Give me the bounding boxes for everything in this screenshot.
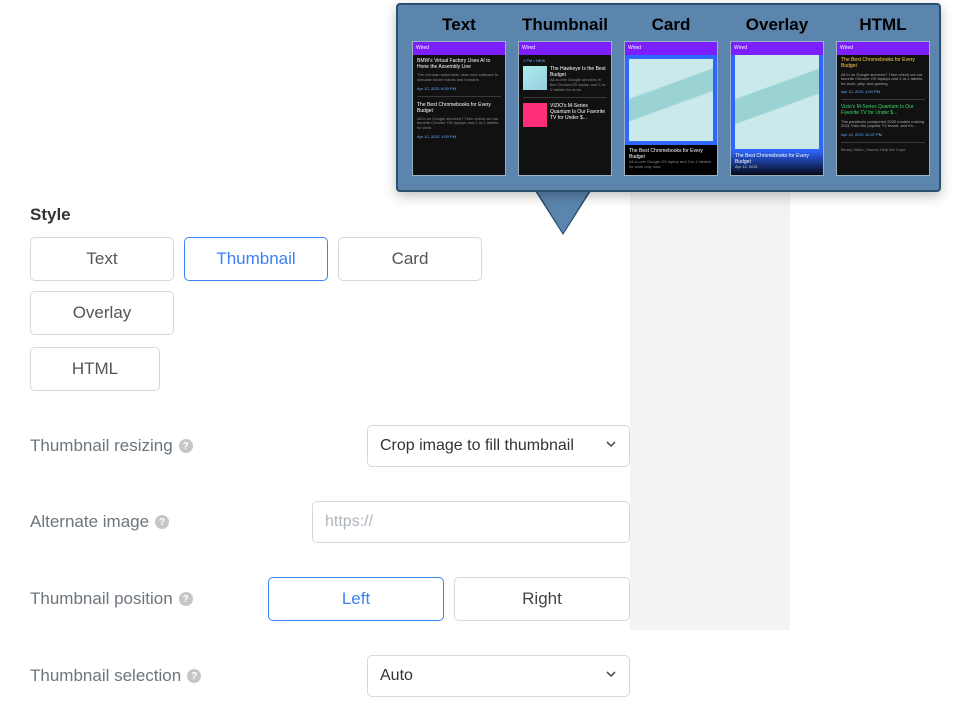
option-label: Left: [342, 589, 370, 609]
help-icon[interactable]: ?: [187, 669, 201, 683]
chevron-down-icon: [605, 667, 617, 685]
help-icon[interactable]: ?: [155, 515, 169, 529]
popover-arrow: [537, 191, 589, 233]
style-option-thumbnail[interactable]: Thumbnail: [184, 237, 328, 281]
side-panel: [630, 192, 790, 630]
style-option-overlay[interactable]: Overlay: [30, 291, 174, 335]
style-option-label: Overlay: [73, 303, 132, 323]
thumbnail-resizing-row: Thumbnail resizing ? Crop image to fill …: [30, 425, 630, 467]
thumbnail-selection-row: Thumbnail selection ? Auto: [30, 655, 630, 697]
option-label: Right: [522, 589, 562, 609]
preview-label: Overlay: [746, 15, 808, 35]
preview-label: Text: [442, 15, 476, 35]
preview-card: Wired The Best Chromebooks for Every Bud…: [624, 41, 718, 176]
style-option-text[interactable]: Text: [30, 237, 174, 281]
input-placeholder: https://: [325, 513, 373, 531]
style-options-row2: HTML: [30, 347, 630, 391]
preview-col-text: Text Wired BMW's Virtual Factory Uses AI…: [412, 15, 506, 178]
alternate-image-row: Alternate image ? https://: [30, 501, 630, 543]
thumbnail-resizing-label: Thumbnail resizing ?: [30, 436, 270, 456]
help-icon[interactable]: ?: [179, 439, 193, 453]
style-option-html[interactable]: HTML: [30, 347, 160, 391]
preview-col-thumbnail: Thumbnail Wired 1 PM • NEW The Hawkeye I…: [518, 15, 612, 178]
preview-label: HTML: [859, 15, 906, 35]
label-text: Thumbnail resizing: [30, 436, 173, 456]
thumbnail-selection-select[interactable]: Auto: [367, 655, 630, 697]
preview-label: Thumbnail: [522, 15, 608, 35]
thumbnail-position-segmented: Left Right: [268, 577, 630, 621]
preview-col-html: HTML Wired The Best Chromebooks for Ever…: [836, 15, 930, 178]
preview-text: Wired BMW's Virtual Factory Uses AI to H…: [412, 41, 506, 176]
style-form: Style Text Thumbnail Card Overlay HTML T…: [30, 205, 630, 697]
thumbnail-position-row: Thumbnail position ? Left Right: [30, 577, 630, 621]
preview-col-overlay: Overlay Wired The Best Chromebooks for E…: [730, 15, 824, 178]
select-value: Crop image to fill thumbnail: [380, 437, 574, 455]
preview-col-card: Card Wired The Best Chromebooks for Ever…: [624, 15, 718, 178]
label-text: Thumbnail selection: [30, 666, 181, 686]
style-option-label: Card: [392, 249, 429, 269]
style-options: Text Thumbnail Card Overlay: [30, 237, 630, 335]
style-option-label: Text: [86, 249, 117, 269]
thumbnail-resizing-select[interactable]: Crop image to fill thumbnail: [367, 425, 630, 467]
preview-label: Card: [652, 15, 691, 35]
label-text: Thumbnail position: [30, 589, 173, 609]
style-option-card[interactable]: Card: [338, 237, 482, 281]
preview-overlay: Wired The Best Chromebooks for Every Bud…: [730, 41, 824, 176]
alternate-image-input[interactable]: https://: [312, 501, 630, 543]
style-option-label: Thumbnail: [216, 249, 295, 269]
help-icon[interactable]: ?: [179, 592, 193, 606]
thumbnail-position-left[interactable]: Left: [268, 577, 444, 621]
preview-thumbnail: Wired 1 PM • NEW The Hawkeye Is the Best…: [518, 41, 612, 176]
chevron-down-icon: [605, 437, 617, 455]
alternate-image-label: Alternate image ?: [30, 512, 270, 532]
select-value: Auto: [380, 667, 413, 685]
style-preview-popover: Text Wired BMW's Virtual Factory Uses AI…: [396, 3, 941, 192]
preview-html: Wired The Best Chromebooks for Every Bud…: [836, 41, 930, 176]
style-option-label: HTML: [72, 359, 118, 379]
thumbnail-position-right[interactable]: Right: [454, 577, 630, 621]
thumbnail-position-label: Thumbnail position ?: [30, 589, 252, 609]
thumbnail-selection-label: Thumbnail selection ?: [30, 666, 270, 686]
label-text: Alternate image: [30, 512, 149, 532]
